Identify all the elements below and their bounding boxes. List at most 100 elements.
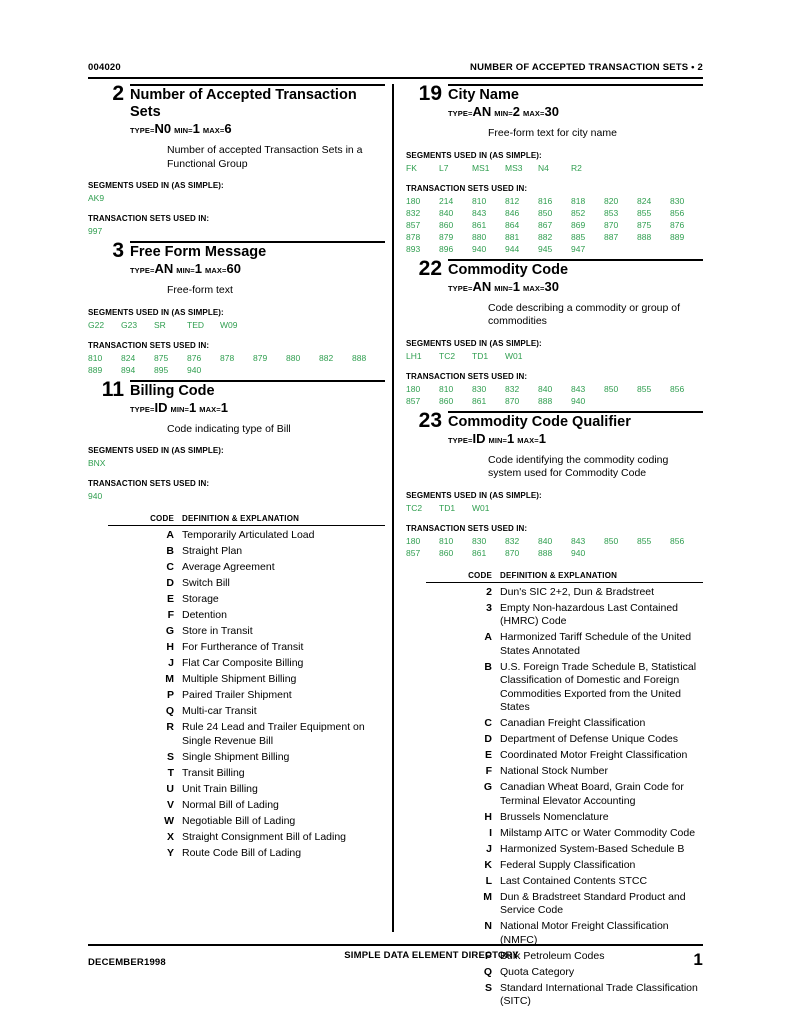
transaction-set-item: 940 xyxy=(571,395,586,406)
max-value: 6 xyxy=(224,121,232,136)
element-title: Commodity Code xyxy=(448,261,569,278)
code-row: A Harmonized Tariff Schedule of the Unite… xyxy=(440,631,703,658)
segment-item: W01 xyxy=(472,502,490,513)
max-value: 30 xyxy=(544,278,559,294)
min-value: 1 xyxy=(194,261,203,276)
segments-used-in: SEGMENTS USED IN (AS SIMPLE): AK9 xyxy=(88,180,385,204)
segment-item: AK9 xyxy=(88,193,105,203)
code-value: G xyxy=(483,781,492,793)
data-element-block: 2 Number of Accepted Transaction Sets TYPE… xyxy=(88,82,385,237)
code-row: D Department of Defense Unique Codes xyxy=(440,733,703,747)
data-element-block: 11 Billing Code TYPE=ID MIN=1 MAX=1 Code indi… xyxy=(88,379,385,861)
code-value: F xyxy=(167,609,174,621)
code-definition: Route Code Bill of Lading xyxy=(182,846,302,859)
code-row: V Normal Bill of Lading xyxy=(122,799,385,813)
transaction-set-item: 860 xyxy=(439,547,454,558)
transaction-sets-used-in: TRANSACTION SETS USED IN: 940 xyxy=(88,478,385,502)
segment-item: R2 xyxy=(571,162,582,173)
transaction-set-item: 840 xyxy=(439,207,454,218)
element-description: Code identifying the commodity coding sy… xyxy=(488,453,669,480)
code-value: R xyxy=(166,721,174,733)
code-definition: Multi-car Transit xyxy=(182,705,257,717)
segment-item: W01 xyxy=(505,350,523,361)
transaction-set-item: 856 xyxy=(670,383,685,394)
code-definition: Federal Supply Classification xyxy=(500,858,636,871)
transaction-set-item: 832 xyxy=(505,383,520,394)
transaction-set-item: 944 xyxy=(505,243,520,254)
segment-list: TC2 TD1 W01 xyxy=(406,502,703,514)
transaction-set-item: 853 xyxy=(604,207,619,218)
code-row: M Dun & Bradstreet Standard Product and S… xyxy=(440,891,703,918)
type-value: AN xyxy=(472,278,492,294)
element-description-area: Free-form text xyxy=(88,284,385,298)
transaction-set-item: 879 xyxy=(253,352,268,363)
transaction-set-item: 850 xyxy=(604,535,619,546)
segment-list: G22 G23 SR TED W09 xyxy=(88,319,385,331)
element-attributes: TYPE=ID MIN=1 MAX=1 xyxy=(130,400,385,417)
min-value: 1 xyxy=(507,430,515,446)
code-definition: Canadian Wheat Board, Grain Code for Ter… xyxy=(500,781,684,807)
code-definition: For Furtherance of Transit xyxy=(182,641,304,653)
code-row: E Coordinated Motor Freight Classificatio… xyxy=(440,749,703,763)
segments-used-in: SEGMENTS USED IN (AS SIMPLE): BNX xyxy=(88,445,385,469)
code-definition: Switch Bill xyxy=(182,577,230,589)
code-row: 3 Empty Non-hazardous Last Contained (HMR… xyxy=(440,602,703,629)
code-definition: Rule 24 Lead and Trailer Equipment on Si… xyxy=(182,721,365,747)
min-value: 1 xyxy=(192,121,200,136)
transaction-set-item: 882 xyxy=(319,352,334,363)
transaction-set-item: 879 xyxy=(439,231,454,242)
code-value: 3 xyxy=(486,601,492,614)
transaction-set-item: 860 xyxy=(439,395,454,406)
transaction-set-item: 997 xyxy=(88,226,103,236)
transaction-sets-used-in-label: TRANSACTION SETS USED IN: xyxy=(406,523,528,533)
transaction-set-item: 870 xyxy=(604,219,619,230)
code-row: X Straight Consignment Bill of Lading xyxy=(122,831,385,845)
max-label: MAX= xyxy=(523,109,545,118)
transaction-sets-used-in-label: TRANSACTION SETS USED IN: xyxy=(88,214,210,223)
transaction-set-item: 882 xyxy=(538,231,553,242)
element-heading: 2 Number of Accepted Transaction Sets TYPE… xyxy=(88,82,385,138)
segment-list: AK9 xyxy=(88,192,385,204)
min-label: MIN= xyxy=(494,109,513,118)
segment-item: TED xyxy=(187,319,204,330)
code-definition: Average Agreement xyxy=(182,561,275,573)
transaction-set-item: 180 xyxy=(406,383,421,394)
code-row: H Brussels Nomenclature xyxy=(440,811,703,825)
transaction-set-item: 852 xyxy=(571,207,586,218)
code-row: S Standard International Trade Classifica… xyxy=(440,982,703,1009)
code-definition: Negotiable Bill of Lading xyxy=(182,814,296,827)
transaction-sets-used-in: TRANSACTION SETS USED IN: 180 810 830 832 840… xyxy=(406,523,703,559)
segment-list: BNX xyxy=(88,457,385,469)
code-definition: Standard International Trade Classificat… xyxy=(500,981,698,1008)
segment-item: TC2 xyxy=(406,502,423,513)
code-row: G Canadian Wheat Board, Grain Code for Te… xyxy=(440,781,703,808)
code-table-header: CODE DEFINITION & EXPLANATION xyxy=(88,514,385,525)
code-value: W xyxy=(164,814,174,827)
segment-item: G23 xyxy=(121,319,138,330)
code-value: J xyxy=(168,657,174,669)
transaction-set-item: 893 xyxy=(406,243,421,254)
code-definition: Department of Defense Unique Codes xyxy=(500,733,679,745)
element-heading: 23 Commodity Code Qualifier TYPE=ID MIN=1 MA… xyxy=(406,410,703,448)
code-value: B xyxy=(484,660,492,673)
max-label: MAX= xyxy=(202,126,225,135)
code-value: M xyxy=(165,673,174,685)
segment-item: TD1 xyxy=(472,350,489,361)
element-title-rule: Commodity Code TYPE=AN MIN=1 MAX=30 xyxy=(448,258,703,296)
max-label: MAX= xyxy=(517,435,539,445)
code-definition: Last Contained Contents STCC xyxy=(500,874,648,887)
code-row: U Unit Train Billing xyxy=(122,783,385,797)
transaction-set-item: 840 xyxy=(538,383,553,394)
element-description: Free-form text for city name xyxy=(488,127,617,139)
transaction-set-item: 888 xyxy=(352,352,367,363)
element-number: 2 xyxy=(112,82,124,105)
running-header: 004020 NUMBER OF ACCEPTED TRANSACTION SE… xyxy=(88,62,703,73)
transaction-set-item: 875 xyxy=(637,219,652,230)
transaction-set-item: 820 xyxy=(604,195,619,206)
segment-item: L7 xyxy=(439,162,449,173)
code-value: V xyxy=(166,798,174,811)
element-number: 22 xyxy=(418,256,442,280)
code-definition: U.S. Foreign Trade Schedule B, Statistic… xyxy=(500,660,697,714)
transaction-set-list: 180 214 810 812 816 818 820 824 830 832 840 843 846 8… xyxy=(406,195,703,255)
transaction-set-item: 885 xyxy=(571,231,586,242)
